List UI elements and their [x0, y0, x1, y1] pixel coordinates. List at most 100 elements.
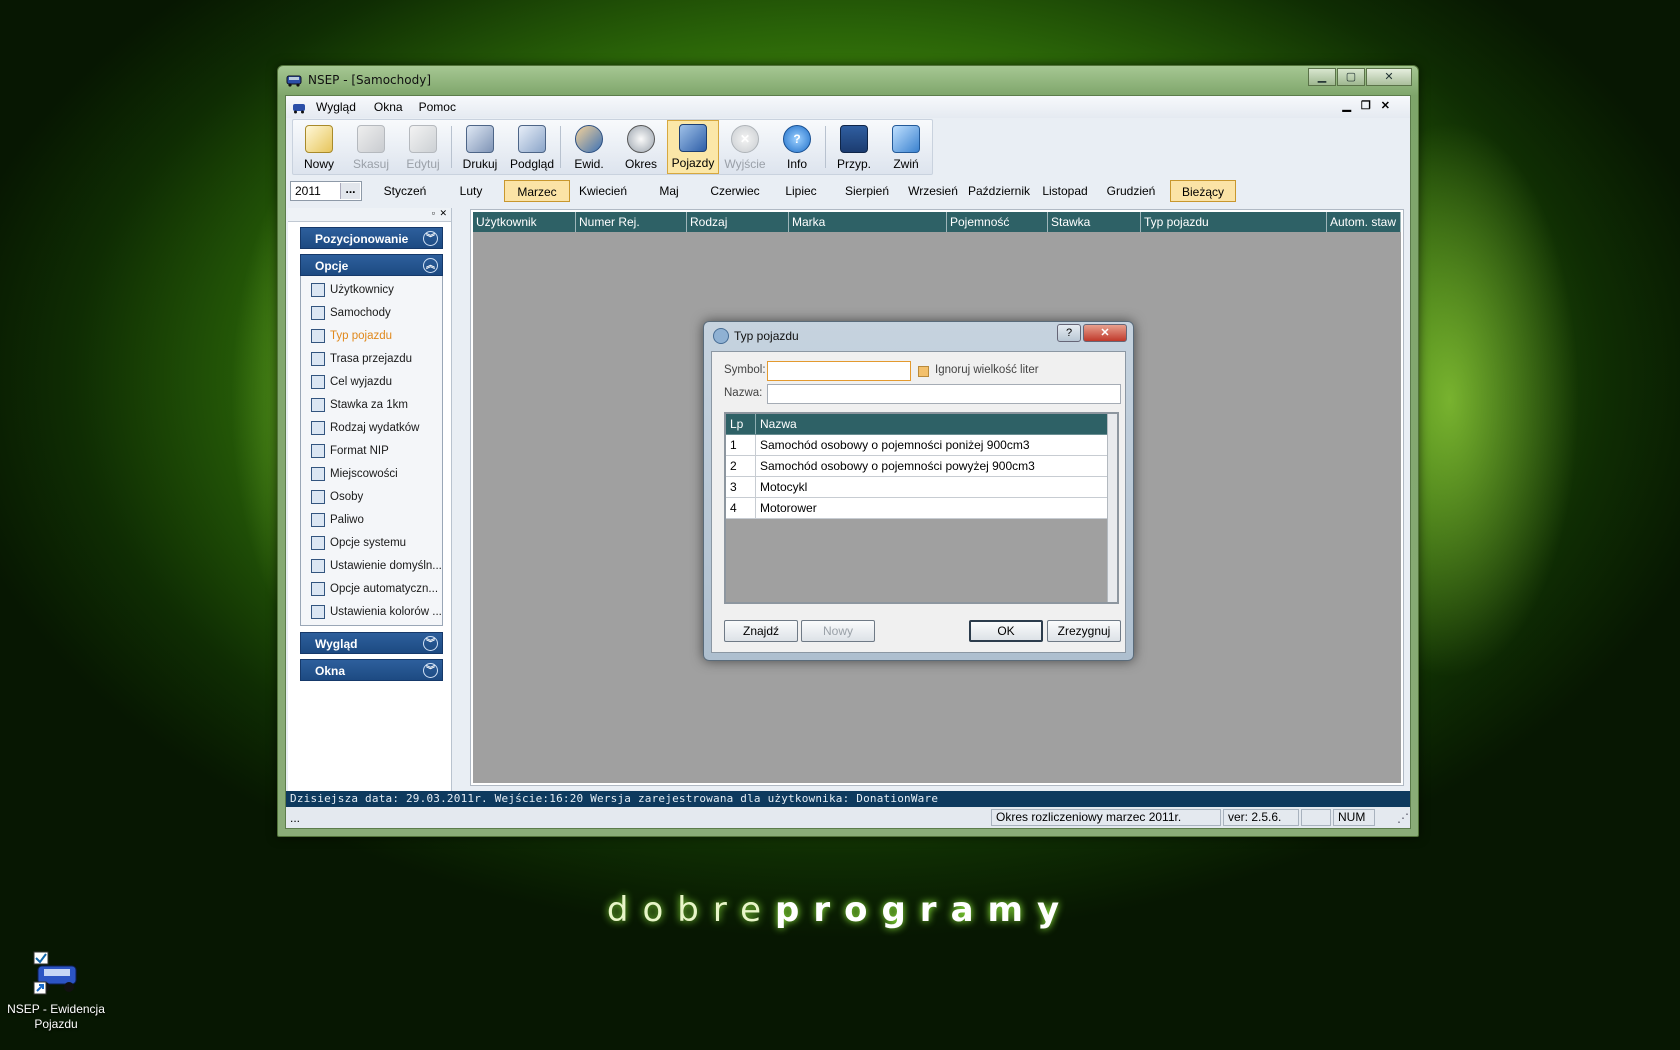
month-nov[interactable]: Listopad	[1032, 180, 1098, 202]
minimize-button[interactable]: ▁	[1308, 68, 1336, 86]
print-button[interactable]: Drukuj	[454, 120, 506, 174]
sidebar-item-auto-options[interactable]: Opcje automatyczn...	[301, 577, 442, 600]
exit-button[interactable]: ✕ Wyjście	[719, 120, 771, 174]
year-browse-button[interactable]: ...	[340, 183, 360, 199]
month-feb[interactable]: Luty	[438, 180, 504, 202]
month-jan[interactable]: Styczeń	[372, 180, 438, 202]
info-bar: Dzisiejsza data: 29.03.2011r. Wejście:16…	[286, 791, 1410, 807]
sidebar-item-nip-format[interactable]: Format NIP	[301, 439, 442, 462]
symbol-input[interactable]	[767, 361, 911, 381]
sidebar-item-purpose[interactable]: Cel wyjazdu	[301, 370, 442, 393]
month-sep[interactable]: Wrzesień	[900, 180, 966, 202]
month-oct[interactable]: Październik	[966, 180, 1032, 202]
collapse-button[interactable]: Zwiń	[880, 120, 932, 174]
table-row[interactable]: 1 Samochód osobowy o pojemności poniżej 9…	[726, 435, 1109, 456]
month-apr[interactable]: Kwiecień	[570, 180, 636, 202]
row-lp: 3	[726, 477, 756, 497]
month-mar[interactable]: Marzec	[504, 180, 570, 202]
ignore-case-checkbox[interactable]	[918, 366, 929, 377]
grid-header: Użytkownik Numer Rej. Rodzaj Marka Pojem…	[473, 212, 1401, 232]
tools-option-icon	[311, 535, 325, 550]
status-period: Okres rozliczeniowy marzec 2011r.	[991, 809, 1221, 826]
column-header-user[interactable]: Użytkownik	[473, 212, 576, 232]
resize-grip-icon[interactable]: ⋰	[1397, 811, 1409, 825]
ok-button[interactable]: OK	[969, 620, 1043, 642]
sidebar-item-route[interactable]: Trasa przejazdu	[301, 347, 442, 370]
colors-option-icon	[311, 604, 325, 619]
year-field[interactable]: 2011...	[290, 181, 362, 201]
sidebar-item-expense-type[interactable]: Rodzaj wydatków	[301, 416, 442, 439]
sidebar-close-button[interactable]: ✕	[439, 208, 447, 219]
menu-item-help[interactable]: Pomoc	[419, 100, 456, 114]
menu-item-windows[interactable]: Okna	[374, 100, 403, 114]
sidebar-item-persons[interactable]: Osoby	[301, 485, 442, 508]
toolbar-separator	[451, 126, 452, 168]
month-jul[interactable]: Lipiec	[768, 180, 834, 202]
dobreprogramy-logo: dobreprogramy	[0, 890, 1680, 930]
column-header-kind[interactable]: Rodzaj	[687, 212, 789, 232]
current-period-button[interactable]: Bieżący	[1170, 180, 1236, 202]
table-scrollbar[interactable]	[1107, 414, 1117, 602]
menu-item-view[interactable]: Wygląd	[316, 100, 356, 114]
column-header-reg-number[interactable]: Numer Rej.	[576, 212, 687, 232]
sidebar-item-rate[interactable]: Stawka za 1km	[301, 393, 442, 416]
sidebar-item-users[interactable]: Użytkownicy	[301, 278, 442, 301]
month-aug[interactable]: Sierpień	[834, 180, 900, 202]
target-option-icon	[311, 374, 325, 389]
mdi-minimize-button[interactable]: ▁	[1342, 99, 1350, 112]
group-windows[interactable]: Okna ︾	[300, 659, 443, 681]
maximize-button[interactable]: ▢	[1337, 68, 1365, 86]
close-button[interactable]: ✕	[1366, 68, 1412, 86]
row-name: Motocykl	[756, 477, 1109, 497]
dialog-help-button[interactable]: ?	[1057, 324, 1081, 342]
mdi-close-button[interactable]: ✕	[1381, 99, 1390, 112]
sidebar-item-defaults[interactable]: Ustawienie domyśln...	[301, 554, 442, 577]
new-button[interactable]: Nowy	[293, 120, 345, 174]
column-header-vehicle-type[interactable]: Typ pojazdu	[1141, 212, 1327, 232]
group-windows-label: Okna	[315, 664, 346, 678]
period-button[interactable]: Okres	[615, 120, 667, 174]
desktop-shortcut-nsep[interactable]: NSEP - Ewidencja Pojazdu	[6, 950, 106, 1032]
dialog-close-button[interactable]: ✕	[1083, 324, 1127, 342]
name-input[interactable]	[767, 384, 1121, 404]
vehicle-types-table[interactable]: Lp Nazwa 1 Samochód osobowy o pojemności …	[724, 412, 1119, 604]
month-jun[interactable]: Czerwiec	[702, 180, 768, 202]
title-bar[interactable]: NSEP - [Samochody] ▁ ▢ ✕	[278, 66, 1418, 94]
preview-button[interactable]: Podgląd	[506, 120, 558, 174]
collapse-label: Zwiń	[893, 157, 919, 171]
sidebar-item-vehicle-type[interactable]: Typ pojazdu	[301, 324, 442, 347]
dialog-new-button[interactable]: Nowy	[801, 620, 875, 642]
row-name: Samochód osobowy o pojemności poniżej 90…	[756, 435, 1109, 455]
column-header-rate[interactable]: Stawka	[1048, 212, 1141, 232]
table-row[interactable]: 4 Motorower	[726, 498, 1109, 519]
sidebar-item-colors[interactable]: Ustawienia kolorów ...	[301, 600, 442, 623]
column-header-lp[interactable]: Lp	[726, 414, 756, 434]
info-button[interactable]: ? Info	[771, 120, 823, 174]
column-header-name[interactable]: Nazwa	[756, 414, 1109, 434]
group-view[interactable]: Wygląd ︾	[300, 632, 443, 654]
menu-bar: Wygląd Okna Pomoc ▁ ❐ ✕	[286, 96, 1410, 118]
sidebar-pin-button[interactable]: ▫	[432, 208, 435, 218]
group-options[interactable]: Opcje ︽	[300, 254, 443, 276]
column-header-capacity[interactable]: Pojemność	[947, 212, 1048, 232]
find-button[interactable]: Znajdź	[724, 620, 798, 642]
edit-button[interactable]: Edytuj	[397, 120, 449, 174]
column-header-auto-rate[interactable]: Autom. staw	[1327, 212, 1401, 232]
vehicle-type-option-icon	[311, 328, 325, 343]
month-may[interactable]: Maj	[636, 180, 702, 202]
mdi-restore-button[interactable]: ❐	[1361, 99, 1371, 112]
records-button[interactable]: Ewid.	[563, 120, 615, 174]
reminder-button[interactable]: Przyp.	[828, 120, 880, 174]
table-row[interactable]: 3 Motocykl	[726, 477, 1109, 498]
sidebar-item-places[interactable]: Miejscowości	[301, 462, 442, 485]
group-positioning[interactable]: Pozycjonowanie ︾	[300, 227, 443, 249]
column-header-brand[interactable]: Marka	[789, 212, 947, 232]
delete-button[interactable]: Skasuj	[345, 120, 397, 174]
table-row[interactable]: 2 Samochód osobowy o pojemności powyżej 9…	[726, 456, 1109, 477]
month-dec[interactable]: Grudzień	[1098, 180, 1164, 202]
vehicles-button[interactable]: Pojazdy	[667, 120, 719, 174]
sidebar-item-cars[interactable]: Samochody	[301, 301, 442, 324]
cancel-button[interactable]: Zrezygnuj	[1047, 620, 1121, 642]
sidebar-item-system-options[interactable]: Opcje systemu	[301, 531, 442, 554]
sidebar-item-fuel[interactable]: Paliwo	[301, 508, 442, 531]
